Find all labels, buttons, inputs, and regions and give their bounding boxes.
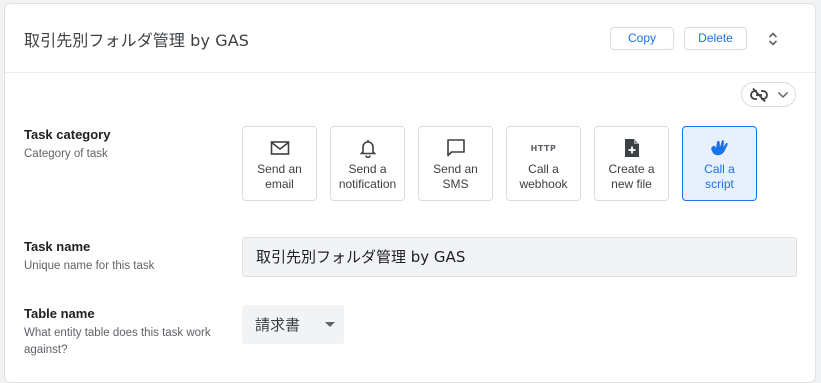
category-call-webhook[interactable]: HTTP Call a webhook <box>506 126 581 201</box>
card-header: 取引先別フォルダ管理 by GAS Copy Delete <box>5 4 815 73</box>
table-name-description: What entity table does this task work ag… <box>24 327 211 356</box>
table-name-label: Table name What entity table does this t… <box>24 306 214 359</box>
delete-button[interactable]: Delete <box>684 27 747 50</box>
table-name-title: Table name <box>24 306 95 321</box>
task-card: 取引先別フォルダ管理 by GAS Copy Delete Task categ… <box>4 3 816 383</box>
chevron-down-icon <box>777 91 789 99</box>
category-label: Call a script <box>704 162 735 191</box>
task-category-label: Task category Category of task <box>24 127 214 163</box>
category-label: Call a webhook <box>519 162 568 191</box>
category-send-sms[interactable]: Send an SMS <box>418 126 493 201</box>
unfold-icon[interactable] <box>765 31 781 47</box>
category-call-script[interactable]: Call a script <box>682 126 757 201</box>
script-icon <box>710 140 728 156</box>
task-category-title: Task category <box>24 127 111 142</box>
link-off-icon <box>750 87 768 103</box>
category-send-email[interactable]: Send an email <box>242 126 317 201</box>
category-create-file[interactable]: Create a new file <box>594 126 669 201</box>
task-name-title: Task name <box>24 239 91 254</box>
task-title: 取引先別フォルダ管理 by GAS <box>24 31 249 50</box>
mail-icon <box>270 141 289 155</box>
task-name-input[interactable]: 取引先別フォルダ管理 by GAS <box>242 237 797 277</box>
bell-icon <box>359 140 376 158</box>
file-add-icon <box>624 139 639 157</box>
category-label: Send an email <box>257 162 302 191</box>
category-label: Create a new file <box>608 162 655 191</box>
category-label: Send an SMS <box>433 162 478 191</box>
copy-button[interactable]: Copy <box>610 27 674 50</box>
task-name-label: Task name Unique name for this task <box>24 239 214 275</box>
category-send-notification[interactable]: Send a notification <box>330 126 405 201</box>
link-toggle[interactable] <box>741 82 796 107</box>
http-icon: HTTP <box>530 143 557 153</box>
task-category-description: Category of task <box>24 148 108 160</box>
sms-icon <box>446 139 465 157</box>
table-name-value: 請求書 <box>255 316 301 334</box>
task-name-description: Unique name for this task <box>24 260 155 272</box>
table-name-select[interactable]: 請求書 <box>242 305 344 344</box>
dropdown-caret-icon <box>325 322 335 327</box>
category-label: Send a notification <box>338 162 397 191</box>
